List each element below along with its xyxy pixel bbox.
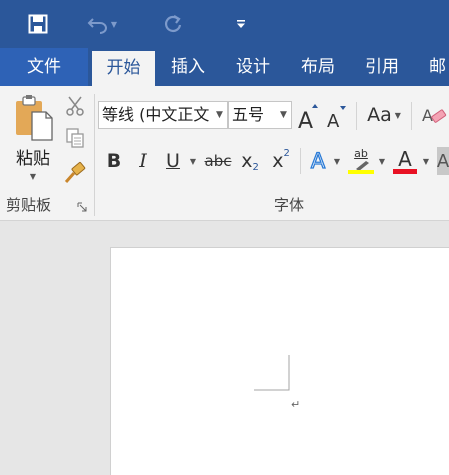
undo-icon	[87, 18, 107, 34]
cut-button[interactable]	[64, 95, 86, 117]
text-effects-label: A	[310, 148, 326, 173]
subscript-mark: 2	[252, 161, 259, 173]
svg-text:A: A	[327, 111, 340, 129]
paste-button[interactable]: 粘贴 ▼	[8, 94, 58, 186]
svg-text:A: A	[422, 106, 433, 125]
copy-button[interactable]	[64, 126, 86, 150]
font-size-dropdown-icon[interactable]: ▼	[280, 110, 287, 120]
undo-dropdown-icon[interactable]: ▼	[111, 20, 117, 29]
font-name-combobox[interactable]: 等线 (中文正文	[98, 101, 228, 129]
superscript-label: x	[272, 150, 284, 172]
group-separator	[94, 94, 95, 216]
clear-formatting-button[interactable]: A	[418, 101, 449, 129]
highlight-label: ab	[354, 147, 368, 160]
font-color-bar	[393, 168, 417, 174]
grow-font-icon: A	[298, 104, 318, 129]
italic-label: I	[139, 150, 147, 172]
paste-dropdown-icon[interactable]: ▼	[30, 172, 36, 181]
grow-font-button[interactable]: A	[297, 102, 319, 130]
document-page[interactable]: ↵	[110, 247, 449, 475]
paste-label: 粘贴	[16, 149, 50, 169]
text-effects-button[interactable]: A	[306, 147, 330, 175]
paste-icon	[16, 95, 53, 141]
underline-dropdown-icon[interactable]: ▼	[186, 147, 200, 175]
text-effects-dropdown-icon[interactable]: ▼	[331, 147, 343, 175]
tab-design[interactable]: 设计	[221, 48, 285, 86]
format-painter-button[interactable]	[62, 160, 88, 184]
underline-button[interactable]: U	[162, 147, 184, 175]
shrink-font-button[interactable]: A	[325, 104, 347, 130]
ribbon-tabs: 文件 开始 插入 设计 布局 引用 邮	[0, 48, 449, 86]
superscript-button[interactable]: x2	[268, 147, 294, 175]
change-case-button[interactable]: Aa ▼	[363, 101, 405, 129]
tab-layout[interactable]: 布局	[287, 48, 349, 86]
strikethrough-button[interactable]: abc	[203, 147, 233, 175]
tab-insert[interactable]: 插入	[157, 48, 219, 86]
font-separator	[300, 148, 301, 174]
change-case-dropdown-icon[interactable]: ▼	[395, 111, 401, 120]
undo-button[interactable]: ▼	[86, 0, 118, 48]
paragraph-mark: ↵	[291, 398, 301, 411]
superscript-mark: 2	[283, 147, 290, 159]
clipboard-group-label: 剪贴板	[6, 196, 52, 214]
italic-button[interactable]: I	[133, 147, 153, 175]
customize-dropdown-icon	[237, 20, 245, 28]
tab-home[interactable]: 开始	[92, 51, 155, 86]
subscript-label: x	[241, 150, 253, 172]
svg-text:A: A	[298, 109, 313, 129]
character-shading-label: A	[436, 150, 449, 172]
save-icon	[28, 14, 48, 34]
subscript-button[interactable]: x2	[237, 147, 263, 175]
save-button[interactable]	[24, 0, 52, 48]
redo-button[interactable]	[160, 0, 186, 48]
font-color-dropdown-icon[interactable]: ▼	[420, 147, 432, 175]
copy-icon	[66, 128, 84, 148]
title-bar: ▼	[0, 0, 449, 48]
tab-references[interactable]: 引用	[351, 48, 413, 86]
strikethrough-label: abc	[204, 152, 232, 170]
bold-label: B	[106, 150, 122, 172]
highlighter-icon	[348, 161, 374, 174]
underline-label: U	[166, 150, 180, 172]
margin-corner-mark	[254, 355, 290, 391]
shrink-font-icon: A	[327, 106, 346, 129]
scissors-icon	[66, 96, 84, 116]
highlight-dropdown-icon[interactable]: ▼	[376, 147, 388, 175]
tab-file[interactable]: 文件	[0, 48, 88, 86]
font-separator	[411, 102, 412, 130]
customize-quick-access-button[interactable]	[232, 0, 250, 48]
font-name-dropdown-icon[interactable]: ▼	[216, 110, 223, 120]
change-case-label: Aa	[367, 104, 392, 126]
clipboard-dialog-launcher[interactable]	[76, 201, 88, 213]
font-separator	[356, 102, 357, 130]
font-size-value: 五号	[232, 105, 265, 124]
font-group-label: 字体	[274, 196, 305, 214]
format-painter-icon	[64, 161, 86, 183]
tab-mailings[interactable]: 邮	[415, 48, 449, 86]
font-name-value: 等线 (中文正文	[102, 105, 210, 124]
font-color-label: A	[398, 146, 412, 171]
font-color-button[interactable]: A	[392, 147, 418, 175]
bold-button[interactable]: B	[104, 147, 124, 175]
dialog-launcher-icon	[77, 202, 87, 212]
character-shading-button[interactable]: A	[437, 147, 449, 175]
clear-formatting-icon: A	[422, 106, 446, 125]
highlight-button[interactable]: ab	[348, 147, 374, 175]
redo-icon	[165, 15, 182, 32]
